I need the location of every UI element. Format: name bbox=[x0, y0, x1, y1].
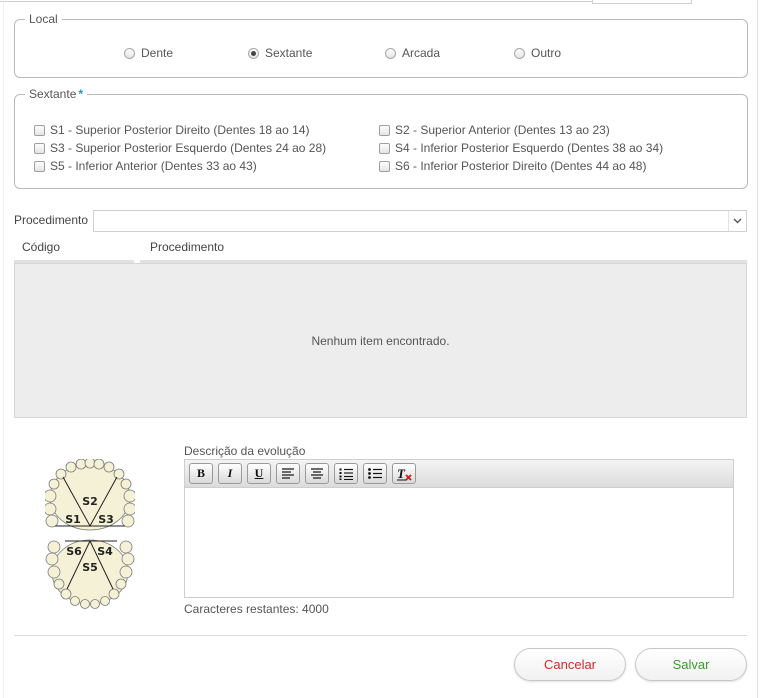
required-asterisk: * bbox=[78, 87, 84, 101]
editor-toolbar: B I U T bbox=[185, 460, 733, 488]
grid-body: Nenhum item encontrado. bbox=[14, 263, 747, 418]
sextante-legend: Sextante * bbox=[25, 87, 87, 101]
column-header-codigo[interactable]: Código bbox=[22, 240, 60, 254]
frame-left-edge bbox=[3, 0, 4, 698]
procedimento-select[interactable] bbox=[93, 210, 747, 232]
ordered-list-icon[interactable] bbox=[334, 463, 358, 484]
sextant-label-upper: S3 bbox=[98, 513, 114, 526]
rich-text-editor: B I U T bbox=[184, 459, 734, 598]
sextant-label-lower: S6 bbox=[66, 545, 82, 558]
checkbox[interactable] bbox=[34, 160, 45, 172]
checkbox-s2[interactable]: S2 - Superior Anterior (Dentes 13 ao 23) bbox=[379, 123, 610, 137]
radio-label: Dente bbox=[141, 46, 174, 60]
checkbox-label: S2 - Superior Anterior (Dentes 13 ao 23) bbox=[395, 123, 610, 137]
description-label: Descrição da evolução bbox=[184, 444, 306, 458]
svg-text:T: T bbox=[397, 467, 406, 481]
checkbox-label: S3 - Superior Posterior Esquerdo (Dentes… bbox=[50, 141, 327, 155]
radio-sextante[interactable]: Sextante bbox=[248, 46, 312, 60]
editor-content-area[interactable] bbox=[185, 488, 733, 596]
checkbox[interactable] bbox=[34, 142, 45, 154]
radio-button[interactable] bbox=[124, 47, 135, 59]
align-center-icon[interactable] bbox=[305, 463, 329, 484]
checkbox[interactable] bbox=[379, 160, 390, 172]
italic-icon[interactable]: I bbox=[218, 463, 242, 484]
frame-right-edge bbox=[757, 0, 758, 698]
sextante-legend-label: Sextante bbox=[29, 87, 77, 101]
teeth-sextant-diagram: S2 S1 S3 S6 S4 S5 bbox=[43, 457, 137, 609]
sextant-label-upper: S1 bbox=[65, 513, 81, 526]
checkbox-label: S5 - Inferior Anterior (Dentes 33 ao 43) bbox=[50, 159, 257, 173]
top-border bbox=[0, 0, 593, 2]
radio-arcada[interactable]: Arcada bbox=[385, 46, 440, 60]
unordered-list-icon[interactable] bbox=[363, 463, 387, 484]
characters-remaining: Caracteres restantes: 4000 bbox=[184, 602, 329, 616]
checkbox[interactable] bbox=[379, 142, 390, 154]
radio-button-selected[interactable] bbox=[248, 47, 259, 59]
radio-label: Sextante bbox=[265, 46, 313, 60]
grid-header: Código Procedimento bbox=[14, 235, 747, 263]
top-tab-edge bbox=[592, 0, 692, 4]
column-header-procedimento[interactable]: Procedimento bbox=[150, 240, 224, 254]
checkbox[interactable] bbox=[379, 124, 390, 136]
underline-icon[interactable]: U bbox=[247, 463, 271, 484]
checkbox-s5[interactable]: S5 - Inferior Anterior (Dentes 33 ao 43) bbox=[34, 159, 257, 173]
local-legend: Local bbox=[29, 12, 58, 26]
procedimento-label: Procedimento bbox=[14, 213, 89, 227]
checkbox-label: S1 - Superior Posterior Direito (Dentes … bbox=[50, 123, 310, 137]
chevron-down-icon[interactable] bbox=[728, 211, 746, 231]
local-fieldset: Local Dente Sextante Arcada Outro bbox=[14, 12, 748, 78]
empty-message: Nenhum item encontrado. bbox=[311, 334, 450, 348]
lower-arch bbox=[45, 539, 135, 609]
radio-dente[interactable]: Dente bbox=[124, 46, 173, 60]
checkbox-label: S4 - Inferior Posterior Esquerdo (Dentes… bbox=[395, 141, 664, 155]
radio-button[interactable] bbox=[514, 47, 525, 59]
radio-label: Arcada bbox=[402, 46, 441, 60]
save-button[interactable]: Salvar bbox=[635, 648, 747, 681]
radio-outro[interactable]: Outro bbox=[514, 46, 561, 60]
bold-icon[interactable]: B bbox=[189, 463, 213, 484]
radio-button[interactable] bbox=[385, 47, 396, 59]
footer-divider bbox=[14, 635, 747, 636]
clear-format-icon[interactable]: T bbox=[392, 463, 416, 484]
radio-label: Outro bbox=[531, 46, 562, 60]
checkbox-s4[interactable]: S4 - Inferior Posterior Esquerdo (Dentes… bbox=[379, 141, 663, 155]
sextante-fieldset: Sextante * S1 - Superior Posterior Direit… bbox=[14, 87, 748, 189]
cancel-button[interactable]: Cancelar bbox=[514, 648, 626, 681]
sextant-label-lower: S4 bbox=[97, 545, 113, 558]
checkbox-label: S6 - Inferior Posterior Direito (Dentes … bbox=[395, 159, 647, 173]
align-left-icon[interactable] bbox=[276, 463, 300, 484]
checkbox-s6[interactable]: S6 - Inferior Posterior Direito (Dentes … bbox=[379, 159, 646, 173]
sextant-label-lower: S5 bbox=[82, 561, 98, 574]
checkbox[interactable] bbox=[34, 124, 45, 136]
checkbox-s3[interactable]: S3 - Superior Posterior Esquerdo (Dentes… bbox=[34, 141, 326, 155]
sextant-label-upper: S2 bbox=[82, 495, 98, 508]
checkbox-s1[interactable]: S1 - Superior Posterior Direito (Dentes … bbox=[34, 123, 309, 137]
